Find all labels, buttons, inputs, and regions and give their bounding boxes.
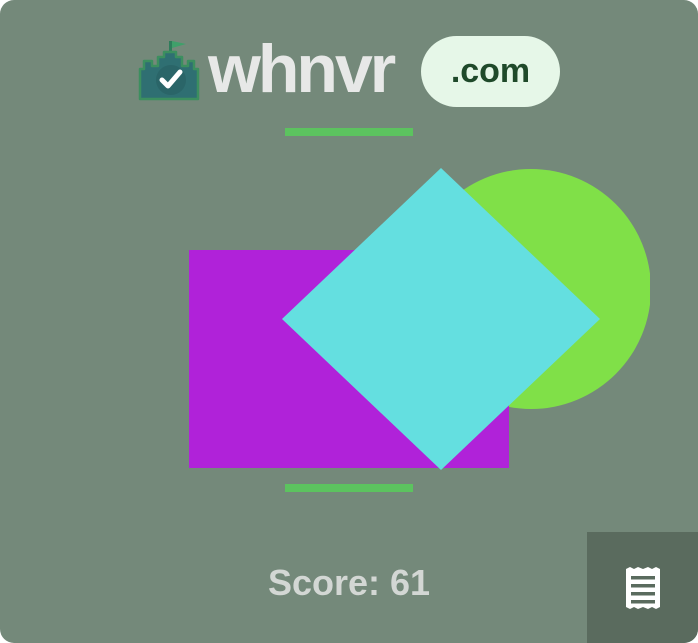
score-value: 61 — [390, 562, 431, 603]
game-card: whnvr .com Score: 61 — [0, 0, 698, 643]
score-label: Score: — [267, 562, 380, 603]
receipt-menu-button[interactable] — [587, 532, 698, 643]
receipt-icon — [625, 566, 660, 609]
bottom-divider — [285, 484, 413, 492]
